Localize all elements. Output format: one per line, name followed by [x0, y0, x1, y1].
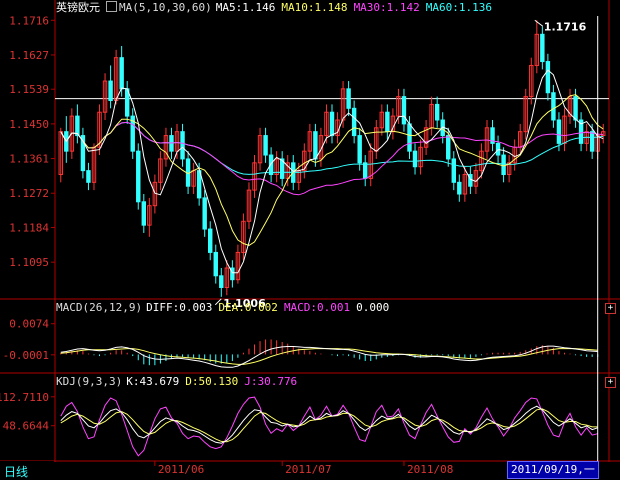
ma5-value: MA5:1.146 — [215, 1, 276, 14]
ma60-value: MA60:1.136 — [425, 1, 493, 14]
candle-body — [75, 115, 80, 137]
candle-body — [329, 111, 335, 137]
ma-settings-icon[interactable] — [106, 1, 117, 12]
candle-body — [501, 154, 506, 176]
kdj-d: D:50.130 — [185, 375, 239, 388]
instrument-name: 英镑欧元 — [56, 1, 100, 14]
candle-body — [136, 150, 141, 203]
candle-body — [412, 150, 418, 168]
candle-body — [263, 135, 268, 156]
macd-dea-line — [60, 348, 598, 365]
kdj-legend: KDJ(9,3,3) K:43.679 D:50.130 J:30.776 — [56, 375, 303, 389]
period-tab[interactable]: 日线 — [0, 461, 54, 480]
macd-panel[interactable]: 0.0074 -0.0001 — [3, 318, 599, 368]
candle-body — [457, 181, 462, 195]
kdj-j: J:30.776 — [244, 375, 298, 388]
candle-body — [202, 197, 207, 230]
chart-canvas: 1.1716 1.1627 1.1539 1.1450 1.1361 1.1272 1.11… — [0, 0, 620, 476]
candle-body — [346, 88, 351, 109]
kdj-tick-label: 112.7110 — [0, 391, 49, 404]
macd-tick-label: -0.0001 — [3, 349, 49, 362]
price-tick-label: 1.1539 — [9, 83, 49, 96]
macd-diff: DIFF:0.003 — [146, 301, 213, 314]
candle-body — [180, 131, 185, 160]
candle-body — [434, 103, 440, 121]
ma-title: MA(5,10,30,60) — [119, 1, 212, 14]
price-tick-label: 1.1450 — [9, 118, 49, 131]
candle-body — [540, 33, 545, 63]
candle-body — [313, 131, 318, 160]
ma10-value: MA10:1.148 — [281, 1, 348, 14]
price-tick-label: 1.1272 — [9, 187, 49, 200]
kdj-title: KDJ(9,3,3) — [56, 375, 123, 388]
macd-tick-label: 0.0074 — [9, 318, 49, 331]
candle-body — [407, 123, 412, 152]
candle-body — [351, 107, 357, 137]
price-tick-label: 1.1716 — [9, 14, 49, 27]
macd-title: MACD(26,12,9) — [56, 301, 143, 314]
date-tick-label: 2011/06 — [158, 463, 204, 476]
candle-body — [446, 135, 451, 160]
period-tab-label: 日线 — [4, 465, 29, 479]
price-tick-label: 1.1627 — [9, 49, 49, 62]
candle-body — [589, 131, 595, 152]
candle-body — [362, 162, 368, 179]
candle-body — [545, 61, 551, 94]
candle-body — [573, 96, 578, 121]
candle-body — [86, 170, 91, 183]
candle-body — [213, 251, 218, 277]
candle-body — [401, 96, 407, 125]
date-tick-label: 2011/07 — [285, 463, 331, 476]
candle-body — [108, 80, 113, 102]
kdj-tick-label: 48.6644 — [3, 420, 50, 433]
kdj-panel[interactable]: 112.7110 48.6644 — [0, 391, 598, 457]
candle-body — [141, 201, 147, 226]
kdj-expand-button[interactable]: + — [605, 377, 616, 388]
cursor-date-readout: 2011/09/19,一 — [507, 461, 599, 479]
candle-body — [119, 57, 124, 90]
high-price-label: 1.1716 — [544, 20, 587, 33]
high-marker-arrow — [534, 19, 544, 27]
candle-body — [208, 228, 213, 253]
price-legend: 英镑欧元 MA(5,10,30,60) MA5:1.146 MA10:1.148 MA3… — [56, 1, 498, 15]
macd-dea: DEA:0.002 — [218, 301, 278, 314]
price-tick-label: 1.1361 — [9, 153, 49, 166]
price-tick-label: 1.1184 — [9, 222, 49, 235]
candle-body — [385, 111, 390, 133]
chart-frame — [0, 0, 620, 462]
date-tick-label: 2011/08 — [407, 463, 453, 476]
candle-body — [451, 158, 456, 183]
kdj-j-line — [60, 396, 598, 457]
macd-legend: MACD(26,12,9) DIFF:0.003 DEA:0.002 MACD:0.0… — [56, 301, 395, 315]
ma30-value: MA30:1.142 — [353, 1, 420, 14]
macd-value: MACD:0.001 — [283, 301, 351, 314]
kdj-k: K:43.679 — [126, 375, 180, 388]
macd-expand-button[interactable]: + — [605, 303, 616, 314]
candle-body — [357, 135, 362, 164]
price-tick-label: 1.1095 — [9, 256, 49, 269]
candle-body — [556, 119, 562, 144]
macd-extra: 0.000 — [356, 301, 390, 314]
ma5-line — [60, 69, 604, 274]
candle-body — [551, 92, 556, 121]
candle-body — [219, 275, 224, 288]
price-panel[interactable]: 1.1716 1.1627 1.1539 1.1450 1.1361 1.1272 1.11… — [9, 14, 609, 310]
